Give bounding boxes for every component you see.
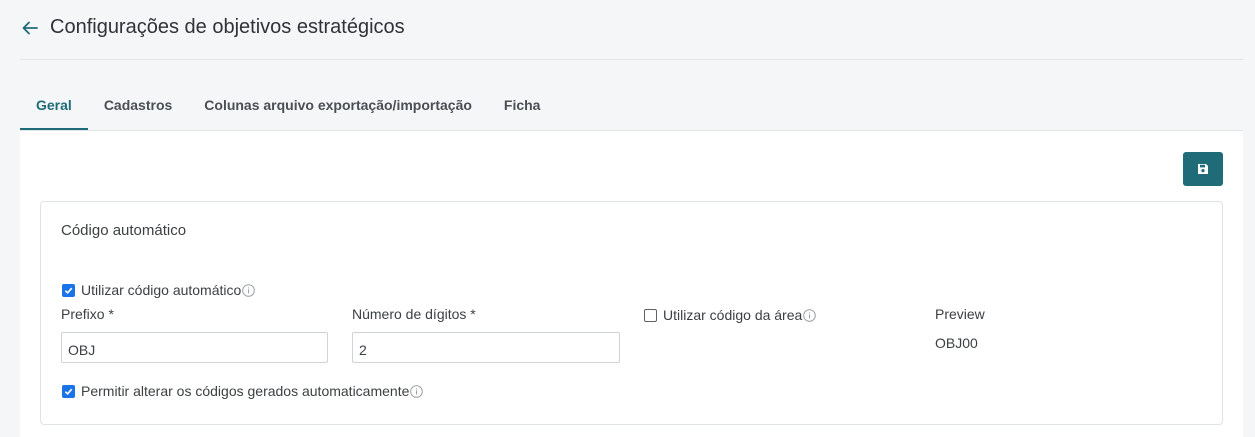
floppy-disk-icon: [1197, 163, 1209, 175]
info-icon[interactable]: [242, 283, 256, 297]
tab-ficha[interactable]: Ficha: [488, 84, 557, 130]
use-auto-code-checkbox[interactable]: [62, 283, 75, 297]
page-header: Configurações de objetivos estratégicos: [20, 0, 1243, 60]
use-auto-code-row: Utilizar código automático: [62, 282, 256, 298]
arrow-left-icon[interactable]: [20, 18, 40, 38]
card-title: Código automático: [61, 222, 187, 239]
use-area-code-checkbox[interactable]: [644, 308, 657, 322]
tab-colunas-arquivo[interactable]: Colunas arquivo exportação/importação: [188, 84, 488, 130]
info-icon[interactable]: [803, 308, 817, 322]
save-button[interactable]: [1183, 152, 1223, 186]
digits-input[interactable]: [352, 332, 620, 363]
use-auto-code-label: Utilizar código automático: [81, 282, 242, 298]
tab-geral[interactable]: Geral: [20, 84, 88, 130]
prefix-label: Prefixo *: [61, 306, 114, 322]
auto-code-card: Código automático Utilizar código automá…: [40, 201, 1223, 425]
prefix-input[interactable]: [61, 332, 328, 363]
use-area-code-label: Utilizar código da área: [663, 307, 803, 323]
page-title: Configurações de objetivos estratégicos: [50, 16, 405, 38]
allow-change-checkbox[interactable]: [62, 384, 75, 398]
allow-change-label: Permitir alterar os códigos gerados auto…: [81, 383, 410, 399]
preview-label: Preview: [935, 306, 985, 322]
tab-content: Código automático Utilizar código automá…: [20, 131, 1243, 437]
digits-label: Número de dígitos *: [352, 306, 476, 322]
use-area-code-row: Utilizar código da área: [644, 307, 817, 323]
info-icon[interactable]: [410, 384, 424, 398]
tab-cadastros[interactable]: Cadastros: [88, 84, 188, 130]
tab-bar: Geral Cadastros Colunas arquivo exportaç…: [20, 85, 1243, 131]
allow-change-row: Permitir alterar os códigos gerados auto…: [62, 383, 424, 399]
preview-value: OBJ00: [935, 335, 978, 351]
